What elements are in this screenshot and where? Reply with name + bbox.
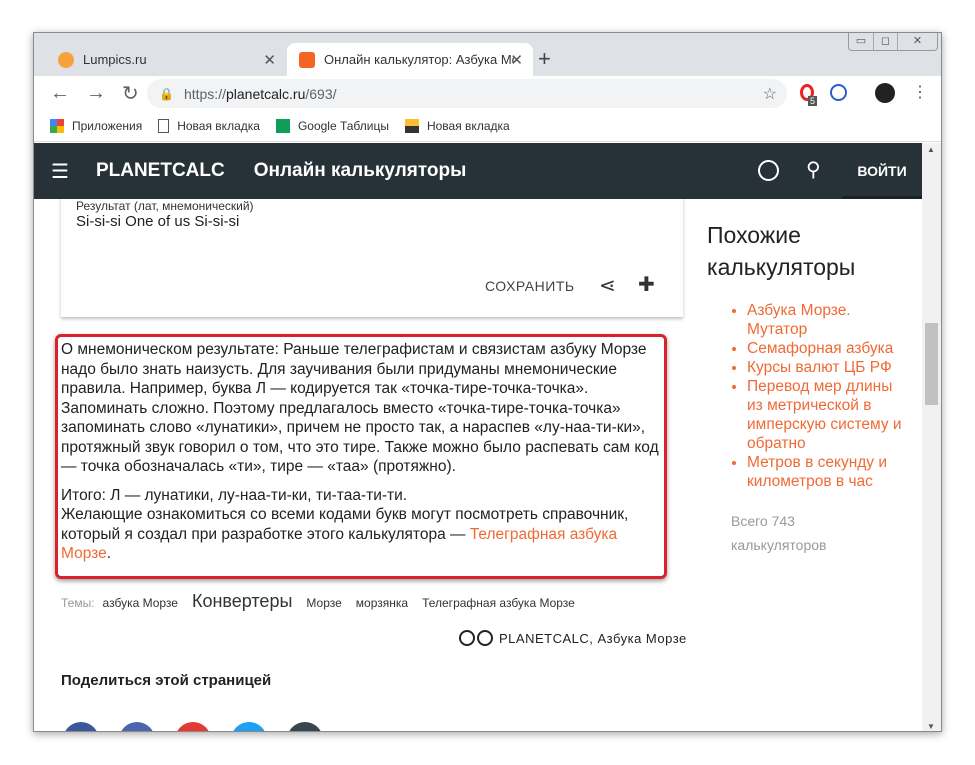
tab-lumpics[interactable]: Lumpics.ru ✕ bbox=[46, 43, 286, 76]
bookmark-apps[interactable]: Приложения bbox=[50, 119, 142, 133]
result-label: Результат (лат, мнемонический) bbox=[76, 199, 254, 213]
browser-window: Lumpics.ru ✕ Онлайн калькулятор: Азбука … bbox=[33, 32, 942, 732]
bookmark-new-tab-2[interactable]: Новая вкладка bbox=[404, 119, 510, 133]
sidebar-title: Похожие калькуляторы bbox=[707, 222, 856, 280]
tags-row: Темы: азбука Морзе Конвертеры Морзе морз… bbox=[61, 591, 575, 612]
orange-favicon-icon bbox=[58, 51, 74, 68]
sidebar-item: Метров в секунду и километров в час bbox=[747, 453, 907, 491]
tag-link[interactable]: Телеграфная азбука Морзе bbox=[422, 596, 575, 610]
tag-link[interactable]: азбука Морзе bbox=[103, 596, 178, 610]
close-tab-icon[interactable]: ✕ bbox=[263, 51, 276, 69]
note-paragraph: О мнемоническом результате: Раньше телег… bbox=[61, 341, 659, 475]
share-vk-button[interactable] bbox=[119, 722, 155, 731]
maximize-button[interactable]: ◻ bbox=[873, 33, 897, 50]
tab-planetcalc[interactable]: Онлайн калькулятор: Азбука Mc ✕ bbox=[287, 43, 533, 76]
url-input[interactable]: 🔒 https://planetcalc.ru/693/ ☆ bbox=[147, 79, 787, 108]
share-other-button[interactable] bbox=[287, 722, 323, 731]
globe-icon[interactable] bbox=[758, 160, 779, 181]
scroll-up-icon[interactable]: ▲ bbox=[927, 145, 935, 154]
mnemonic-note: О мнемоническом результате: Раньше телег… bbox=[55, 334, 667, 579]
tab-title: Онлайн калькулятор: Азбука Mc bbox=[324, 52, 514, 67]
lock-icon: 🔒 bbox=[159, 86, 174, 101]
tab-bar: Lumpics.ru ✕ Онлайн калькулятор: Азбука … bbox=[34, 33, 941, 76]
menu-dots-icon[interactable]: ⋮ bbox=[912, 82, 928, 102]
forward-icon[interactable]: → bbox=[86, 82, 106, 105]
share-title: Поделиться этой страницей bbox=[61, 672, 272, 689]
url-path: /693/ bbox=[305, 85, 337, 102]
close-window-button[interactable]: ✕ bbox=[897, 33, 937, 50]
note-end: . bbox=[106, 545, 112, 562]
bookmark-star-icon[interactable]: ☆ bbox=[763, 84, 777, 104]
tag-link[interactable]: морзянка bbox=[356, 596, 408, 610]
image-icon bbox=[404, 119, 419, 133]
hamburger-menu-icon[interactable]: ☰ bbox=[51, 159, 69, 184]
sidebar-link[interactable]: Семафорная азбука bbox=[747, 340, 893, 357]
tags-label: Темы: bbox=[61, 596, 95, 610]
cc-sa-icon bbox=[477, 630, 493, 646]
avatar[interactable] bbox=[875, 83, 895, 103]
share-buttons bbox=[63, 722, 323, 731]
extension-badge: 5 bbox=[808, 96, 818, 106]
url-host: planetcalc.ru bbox=[225, 85, 306, 102]
bookmarks-bar: Приложения Новая вкладка Google Таблицы … bbox=[34, 111, 941, 142]
sidebar-link[interactable]: Курсы валют ЦБ РФ bbox=[747, 359, 892, 376]
bookmark-label: Новая вкладка bbox=[426, 119, 510, 133]
share-facebook-button[interactable] bbox=[63, 722, 99, 731]
tag-link[interactable]: Морзе bbox=[306, 596, 341, 610]
scrollbar-thumb[interactable] bbox=[925, 323, 938, 405]
license-text: PLANETCALC, Азбука Морзе bbox=[499, 630, 687, 646]
scrollbar[interactable]: ▲ ▼ bbox=[922, 143, 941, 731]
share-icon[interactable]: ⋖ bbox=[599, 273, 616, 298]
apps-grid-icon bbox=[50, 119, 64, 133]
scroll-down-icon[interactable]: ▼ bbox=[927, 722, 935, 731]
tab-title: Lumpics.ru bbox=[83, 52, 147, 67]
login-button[interactable]: ВОЙТИ bbox=[842, 143, 922, 199]
sidebar-item: Семафорная азбука bbox=[747, 339, 907, 358]
result-value: Si-si-si One of us Si-si-si bbox=[76, 213, 240, 230]
page-content: Результат (лат, мнемонический) Si-si-si … bbox=[34, 199, 922, 731]
sidebar-item: Азбука Морзе. Мутатор bbox=[747, 301, 907, 339]
bookmark-google-sheets[interactable]: Google Таблицы bbox=[275, 119, 389, 133]
license-line: PLANETCALC, Азбука Морзе bbox=[459, 630, 687, 646]
calculator-count: Всего 743 калькуляторов bbox=[731, 513, 827, 553]
site-title[interactable]: Онлайн калькуляторы bbox=[254, 160, 467, 182]
bookmark-label: Приложения bbox=[72, 119, 143, 133]
url-scheme: https:// bbox=[183, 85, 226, 102]
bookmark-label: Новая вкладка bbox=[177, 119, 260, 133]
back-icon[interactable]: ← bbox=[50, 82, 70, 105]
bookmark-new-tab[interactable]: Новая вкладка bbox=[158, 119, 260, 133]
reload-icon[interactable]: ↻ bbox=[122, 81, 142, 106]
sidebar-link[interactable]: Перевод мер длины из метрической в импер… bbox=[747, 378, 902, 452]
globe-extension-icon[interactable] bbox=[830, 84, 847, 101]
puzzle-icon[interactable]: ✚ bbox=[638, 272, 655, 297]
tag-link[interactable]: Конвертеры bbox=[192, 591, 292, 612]
sidebar-item: Курсы валют ЦБ РФ bbox=[747, 358, 907, 377]
address-bar-row: ← → ↻ 🔒 https://planetcalc.ru/693/ ☆ 5 ⋮ bbox=[34, 76, 941, 111]
note-summary: Итого: Л — лунатики, лу-наа-ти-ки, ти-та… bbox=[61, 486, 408, 504]
share-google-button[interactable] bbox=[175, 722, 211, 731]
share-twitter-button[interactable] bbox=[231, 722, 267, 731]
bookmark-label: Google Таблицы bbox=[297, 119, 389, 133]
save-button[interactable]: СОХРАНИТЬ bbox=[485, 278, 575, 294]
sidebar-item: Перевод мер длины из метрической в импер… bbox=[747, 377, 907, 453]
site-logo[interactable]: PLANETCALC bbox=[96, 160, 225, 182]
close-tab-icon[interactable]: ✕ bbox=[510, 51, 523, 69]
site-header: ☰ PLANETCALC Онлайн калькуляторы ⚲ ВОЙТИ bbox=[34, 143, 922, 199]
page-icon bbox=[158, 119, 170, 133]
result-card: Результат (лат, мнемонический) Si-si-si … bbox=[61, 199, 683, 317]
minimize-button[interactable]: ▭ bbox=[849, 33, 873, 50]
similar-calculators: Похожие калькуляторы Азбука Морзе. Мутат… bbox=[707, 219, 907, 557]
planetcalc-favicon-icon bbox=[299, 51, 315, 68]
search-icon[interactable]: ⚲ bbox=[806, 157, 821, 182]
sidebar-link[interactable]: Азбука Морзе. Мутатор bbox=[747, 302, 851, 338]
sheets-icon bbox=[275, 119, 290, 133]
sidebar-link[interactable]: Метров в секунду и километров в час bbox=[747, 454, 887, 490]
new-tab-button[interactable]: + bbox=[538, 46, 551, 72]
cc-by-icon bbox=[459, 630, 475, 646]
